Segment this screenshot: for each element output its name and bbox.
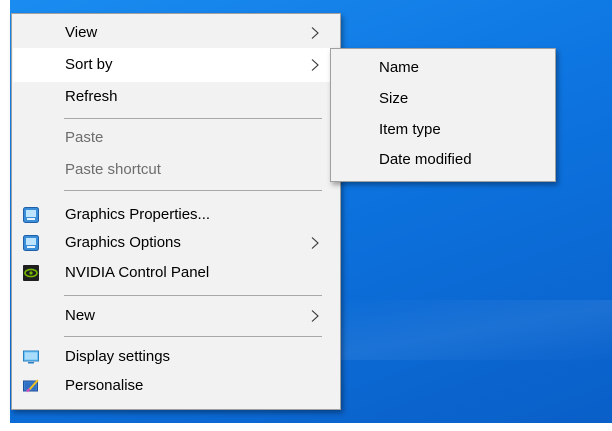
menu-item-new[interactable]: New	[13, 299, 339, 333]
menu-item-paste[interactable]: Paste	[13, 121, 339, 155]
menu-item-label: New	[65, 307, 96, 324]
menu-item-label: Graphics Options	[65, 234, 181, 251]
menu-item-nvidia-control-panel[interactable]: NVIDIA Control Panel	[13, 256, 339, 290]
menu-item-view[interactable]: View	[13, 16, 339, 50]
personalise-icon	[23, 379, 39, 393]
menu-item-graphics-options[interactable]: Graphics Options	[13, 226, 339, 260]
menu-separator	[64, 190, 322, 191]
display-icon	[23, 350, 39, 364]
submenu-item-item-type[interactable]: Item type	[332, 114, 554, 145]
menu-item-label: Sort by	[65, 56, 113, 73]
chevron-right-icon	[311, 27, 319, 39]
menu-item-paste-shortcut[interactable]: Paste shortcut	[13, 153, 339, 187]
menu-item-label: NVIDIA Control Panel	[65, 264, 210, 281]
menu-item-label: View	[65, 24, 98, 41]
desktop-context-menu: View Sort by Refresh Paste Paste shortcu…	[11, 13, 341, 410]
menu-item-personalise[interactable]: Personalise	[13, 369, 339, 403]
menu-item-label: Paste shortcut	[65, 161, 161, 178]
menu-separator	[64, 295, 322, 296]
chevron-right-icon	[311, 237, 319, 249]
menu-item-refresh[interactable]: Refresh	[13, 80, 339, 114]
submenu-item-label: Date modified	[379, 151, 472, 168]
submenu-item-label: Name	[379, 59, 420, 76]
submenu-item-name[interactable]: Name	[332, 52, 554, 83]
nvidia-icon	[23, 265, 39, 281]
intel-graphics-icon	[23, 207, 39, 223]
menu-item-label: Personalise	[65, 377, 144, 394]
menu-item-label: Paste	[65, 129, 104, 146]
desktop-light-streak	[340, 300, 612, 360]
menu-separator	[64, 118, 322, 119]
submenu-item-label: Size	[379, 90, 409, 107]
intel-graphics-icon	[23, 235, 39, 251]
submenu-item-size[interactable]: Size	[332, 83, 554, 114]
chevron-right-icon	[311, 310, 319, 322]
chevron-right-icon	[311, 59, 319, 71]
menu-separator	[64, 336, 322, 337]
menu-item-sort-by[interactable]: Sort by	[13, 48, 339, 82]
menu-item-label: Refresh	[65, 88, 118, 105]
sort-by-submenu: Name Size Item type Date modified	[330, 48, 556, 182]
submenu-item-label: Item type	[379, 121, 441, 138]
submenu-item-date-modified[interactable]: Date modified	[332, 144, 554, 175]
